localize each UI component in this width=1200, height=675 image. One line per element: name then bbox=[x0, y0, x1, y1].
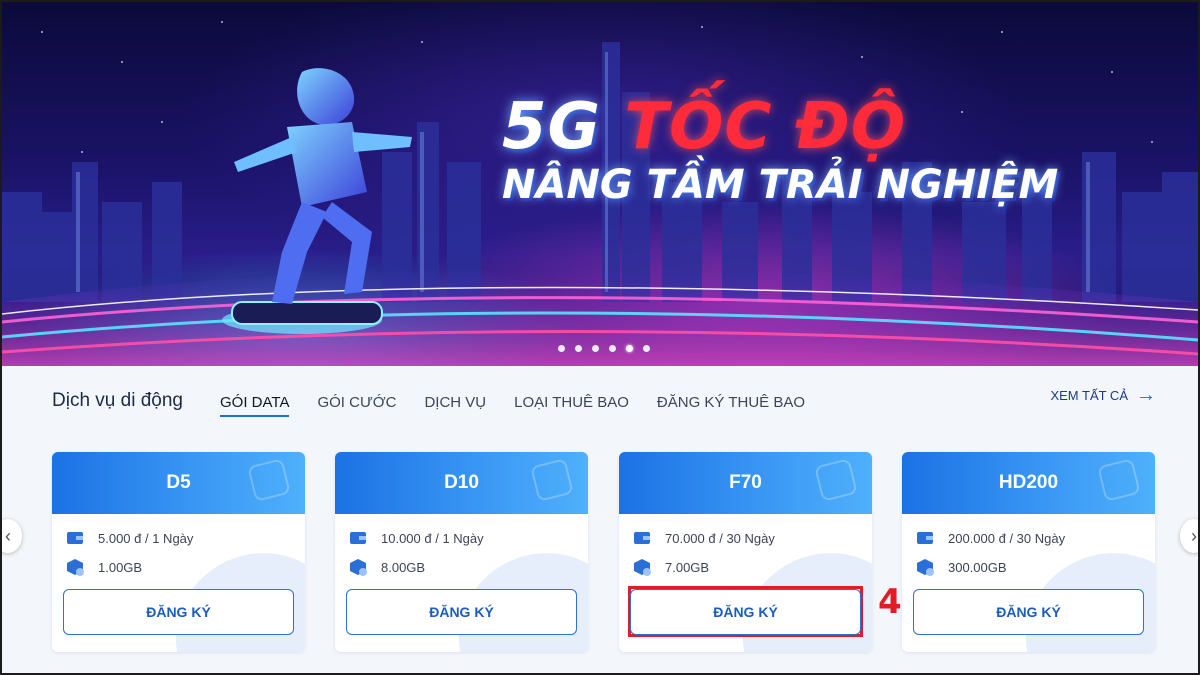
carousel-dot[interactable] bbox=[592, 345, 599, 352]
data-box-icon bbox=[350, 559, 367, 576]
carousel-dot-active[interactable] bbox=[626, 345, 633, 352]
register-button[interactable]: ĐĂNG KÝ bbox=[346, 589, 577, 635]
register-button[interactable]: ĐĂNG KÝ bbox=[913, 589, 1144, 635]
view-all-link[interactable]: XEM TẤT CẢ → bbox=[1050, 384, 1156, 407]
package-price: 70.000 đ / 30 Ngày bbox=[665, 530, 775, 546]
sim-card-icon bbox=[814, 458, 858, 502]
carousel-dot[interactable] bbox=[643, 345, 650, 352]
tab-register-subscription[interactable]: ĐĂNG KÝ THUÊ BAO bbox=[657, 394, 805, 417]
arrow-right-icon: → bbox=[1136, 384, 1156, 406]
package-name: F70 bbox=[729, 472, 762, 493]
package-card: F70 70.000 đ / 30 Ngày 7.00GB ĐĂNG KÝ bbox=[619, 452, 872, 652]
package-card-body: 200.000 đ / 30 Ngày 300.00GB ĐĂNG KÝ bbox=[902, 514, 1155, 652]
sim-card-icon bbox=[1097, 458, 1141, 502]
tab-services[interactable]: DỊCH VỤ bbox=[424, 394, 486, 417]
tab-data-packages[interactable]: GÓI DATA bbox=[220, 394, 290, 417]
package-price-row: 10.000 đ / 1 Ngày bbox=[349, 529, 484, 547]
package-price: 5.000 đ / 1 Ngày bbox=[98, 530, 194, 546]
package-card-header: D10 bbox=[335, 452, 588, 514]
package-price-row: 5.000 đ / 1 Ngày bbox=[66, 529, 193, 547]
package-name: D10 bbox=[444, 472, 479, 493]
package-card-header: D5 bbox=[52, 452, 305, 514]
package-data-row: 8.00GB bbox=[349, 558, 425, 576]
register-button[interactable]: ĐĂNG KÝ bbox=[630, 589, 861, 635]
package-name: HD200 bbox=[998, 472, 1059, 493]
wallet-icon bbox=[634, 532, 650, 544]
package-card: D10 10.000 đ / 1 Ngày 8.00GB ĐĂNG KÝ bbox=[335, 452, 588, 652]
hero-speed-text: TỐC ĐỘ bbox=[624, 90, 907, 164]
package-card-header: HD200 bbox=[902, 452, 1155, 514]
carousel-dot[interactable] bbox=[558, 345, 565, 352]
tab-call-packages[interactable]: GÓI CƯỚC bbox=[317, 394, 396, 417]
sim-card-icon bbox=[530, 458, 574, 502]
package-price-row: 200.000 đ / 30 Ngày bbox=[916, 529, 1065, 547]
sim-card-icon bbox=[247, 458, 291, 502]
package-data: 1.00GB bbox=[98, 559, 143, 575]
package-name: D5 bbox=[166, 472, 191, 493]
section-title: Dịch vụ di động bbox=[52, 390, 183, 411]
carousel-dot[interactable] bbox=[575, 345, 582, 352]
data-box-icon bbox=[67, 559, 84, 576]
page-frame: 5G TỐC ĐỘ NÂNG TẦM TRẢI NGHIỆM Dịch vụ d… bbox=[0, 0, 1200, 675]
package-card-body: 10.000 đ / 1 Ngày 8.00GB ĐĂNG KÝ bbox=[335, 514, 588, 652]
wallet-icon bbox=[67, 532, 83, 544]
chevron-left-icon: ‹ bbox=[5, 525, 11, 546]
package-card-body: 5.000 đ / 1 Ngày 1.00GB ĐĂNG KÝ bbox=[52, 514, 305, 652]
package-price-row: 70.000 đ / 30 Ngày bbox=[633, 529, 775, 547]
carousel-dot[interactable] bbox=[609, 345, 616, 352]
hero-banner[interactable]: 5G TỐC ĐỘ NÂNG TẦM TRẢI NGHIỆM bbox=[2, 2, 1198, 366]
package-data-row: 7.00GB bbox=[633, 558, 709, 576]
data-box-icon bbox=[917, 559, 934, 576]
carousel-next-button[interactable]: › bbox=[1180, 519, 1198, 553]
chevron-right-icon: › bbox=[1191, 525, 1197, 546]
package-data-row: 300.00GB bbox=[916, 558, 1007, 576]
step-number-label: 4 bbox=[878, 582, 902, 622]
package-data-row: 1.00GB bbox=[66, 558, 142, 576]
package-price: 200.000 đ / 30 Ngày bbox=[948, 530, 1066, 546]
services-tabs: GÓI DATA GÓI CƯỚC DỊCH VỤ LOẠI THUÊ BAO … bbox=[220, 394, 833, 417]
package-data: 300.00GB bbox=[948, 559, 1007, 575]
view-all-label: XEM TẤT CẢ bbox=[1050, 388, 1128, 403]
hero-5g-text: 5G bbox=[502, 90, 602, 164]
mobile-services-section: Dịch vụ di động GÓI DATA GÓI CƯỚC DỊCH V… bbox=[2, 366, 1198, 673]
wallet-icon bbox=[350, 532, 366, 544]
wallet-icon bbox=[917, 532, 933, 544]
data-box-icon bbox=[634, 559, 651, 576]
hero-subtitle: NÂNG TẦM TRẢI NGHIỆM bbox=[502, 162, 1059, 208]
package-data: 7.00GB bbox=[665, 559, 710, 575]
package-data: 8.00GB bbox=[381, 559, 426, 575]
hero-title: 5G TỐC ĐỘ bbox=[502, 90, 906, 164]
package-card-body: 70.000 đ / 30 Ngày 7.00GB ĐĂNG KÝ bbox=[619, 514, 872, 652]
register-button[interactable]: ĐĂNG KÝ bbox=[63, 589, 294, 635]
tab-subscription-types[interactable]: LOẠI THUÊ BAO bbox=[514, 394, 629, 417]
package-card: D5 5.000 đ / 1 Ngày 1.00GB ĐĂNG KÝ bbox=[52, 452, 305, 652]
package-card: HD200 200.000 đ / 30 Ngày 300.00GB ĐĂNG … bbox=[902, 452, 1155, 652]
package-price: 10.000 đ / 1 Ngày bbox=[381, 530, 484, 546]
package-card-header: F70 bbox=[619, 452, 872, 514]
carousel-dots bbox=[558, 345, 650, 352]
